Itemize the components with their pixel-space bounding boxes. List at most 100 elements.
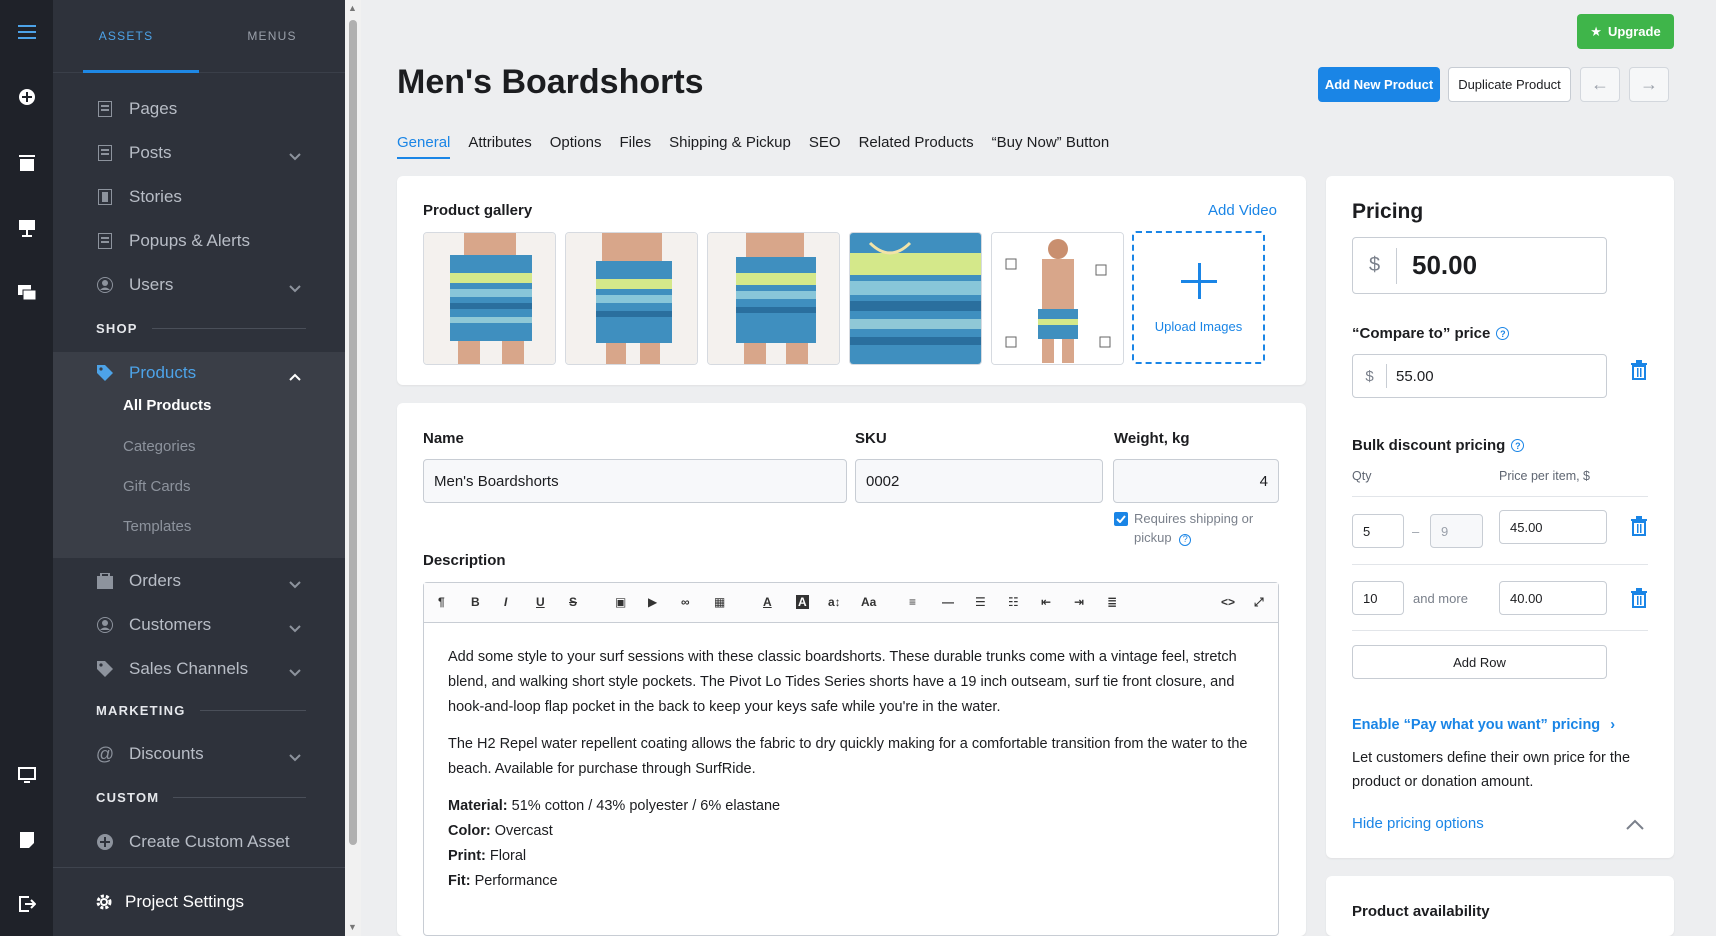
menu-icon[interactable] bbox=[0, 17, 53, 47]
help-icon[interactable]: ? bbox=[1511, 439, 1525, 452]
product-image[interactable] bbox=[991, 232, 1124, 365]
tab-related-products[interactable]: Related Products bbox=[859, 134, 974, 159]
tab-seo[interactable]: SEO bbox=[809, 134, 841, 159]
sidebar-item-sales-channels[interactable]: Sales Channels bbox=[53, 649, 345, 689]
description-editor[interactable]: ¶ B I U S ▣ ▶ ∞ ▦ A A a↕ Aa ≡ — ☰ ☷ ⇤ ⇥ … bbox=[423, 582, 1279, 936]
help-icon[interactable]: ? bbox=[1179, 533, 1192, 546]
project-settings[interactable]: Project Settings bbox=[53, 867, 345, 936]
font-size-icon[interactable]: a↕ bbox=[828, 595, 841, 609]
tab-files[interactable]: Files bbox=[619, 134, 651, 159]
sidebar-item-pages[interactable]: Pages bbox=[53, 89, 345, 129]
notes-icon[interactable] bbox=[0, 825, 53, 855]
bullet-list-icon[interactable]: ☰ bbox=[975, 595, 986, 609]
sidebar-sub-all-products[interactable]: All Products bbox=[123, 397, 211, 414]
product-image[interactable] bbox=[849, 232, 982, 365]
tab-general[interactable]: General bbox=[397, 134, 451, 159]
sidebar-item-create-custom[interactable]: Create Custom Asset bbox=[53, 822, 345, 862]
numbered-list-icon[interactable]: ☷ bbox=[1008, 595, 1019, 609]
scroll-down-icon[interactable]: ▼ bbox=[348, 922, 357, 932]
add-circle-icon[interactable] bbox=[0, 82, 53, 112]
font-color-icon[interactable]: A bbox=[763, 595, 772, 609]
popup-icon bbox=[95, 231, 115, 251]
code-view-icon[interactable]: <> bbox=[1221, 595, 1235, 609]
italic-icon[interactable]: I bbox=[504, 595, 507, 609]
name-field[interactable]: Men's Boardshorts bbox=[423, 459, 847, 503]
sidebar-sub-categories[interactable]: Categories bbox=[123, 438, 196, 455]
bulk-row2-from[interactable]: 10 bbox=[1352, 581, 1404, 615]
strikethrough-icon[interactable]: S bbox=[569, 595, 577, 609]
bulk-row2-price[interactable]: 40.00 bbox=[1499, 581, 1607, 615]
trash-icon[interactable] bbox=[1630, 588, 1648, 613]
monitor-icon[interactable] bbox=[0, 761, 53, 791]
sidebar-item-posts[interactable]: Posts bbox=[53, 133, 345, 173]
chat-icon[interactable] bbox=[0, 278, 53, 308]
requires-shipping-checkbox[interactable] bbox=[1114, 512, 1128, 526]
tab-options[interactable]: Options bbox=[550, 134, 602, 159]
sidebar-item-products[interactable]: Products bbox=[53, 353, 345, 393]
sidebar-item-stories[interactable]: Stories bbox=[53, 177, 345, 217]
logout-icon[interactable] bbox=[0, 889, 53, 919]
bulk-row1-to[interactable]: 9 bbox=[1430, 514, 1483, 548]
sidebar-sub-gift-cards[interactable]: Gift Cards bbox=[123, 478, 191, 495]
add-video-link[interactable]: Add Video bbox=[1208, 202, 1277, 219]
product-image[interactable] bbox=[707, 232, 840, 365]
scroll-thumb[interactable] bbox=[349, 20, 357, 845]
sidebar-item-label: Users bbox=[129, 275, 174, 294]
upgrade-label: Upgrade bbox=[1607, 24, 1661, 39]
tab-shipping-pickup[interactable]: Shipping & Pickup bbox=[669, 134, 791, 159]
line-height-icon[interactable]: ≣ bbox=[1107, 595, 1117, 609]
align-icon[interactable]: ≡ bbox=[909, 595, 916, 609]
product-image[interactable] bbox=[423, 232, 556, 365]
add-new-product-button[interactable]: Add New Product bbox=[1318, 67, 1440, 102]
enable-pwyw-link[interactable]: Enable “Pay what you want” pricing › bbox=[1352, 717, 1615, 733]
add-row-button[interactable]: Add Row bbox=[1352, 645, 1607, 679]
sidebar-item-popups[interactable]: Popups & Alerts bbox=[53, 221, 345, 261]
sidebar-item-customers[interactable]: Customers bbox=[53, 605, 345, 645]
next-product-button[interactable]: → bbox=[1629, 67, 1669, 102]
fullscreen-icon[interactable]: ⤢ bbox=[1254, 595, 1264, 610]
tab-attributes[interactable]: Attributes bbox=[468, 134, 531, 159]
table-icon[interactable]: ▦ bbox=[714, 595, 725, 609]
image-icon[interactable]: ▣ bbox=[615, 595, 626, 609]
trash-icon[interactable] bbox=[1630, 516, 1648, 541]
underline-icon[interactable]: U bbox=[536, 595, 545, 609]
sidebar-scrollbar[interactable]: ▲ ▼ bbox=[345, 0, 361, 936]
video-icon[interactable]: ▶ bbox=[648, 595, 657, 609]
hide-pricing-options-link[interactable]: Hide pricing options bbox=[1352, 815, 1484, 832]
tab-buy-now-button[interactable]: “Buy Now” Button bbox=[992, 134, 1110, 159]
design-icon[interactable] bbox=[0, 213, 53, 243]
sidebar-item-discounts[interactable]: @ Discounts bbox=[53, 734, 345, 774]
pages-icon[interactable] bbox=[0, 148, 53, 178]
outdent-icon[interactable]: ⇤ bbox=[1041, 595, 1051, 609]
price-field[interactable]: $ 50.00 bbox=[1352, 237, 1607, 294]
editor-content[interactable]: Add some style to your surf sessions wit… bbox=[424, 623, 1278, 916]
paragraph-icon[interactable]: ¶ bbox=[438, 595, 445, 609]
sidebar-sub-templates[interactable]: Templates bbox=[123, 518, 191, 535]
horizontal-rule-icon[interactable]: — bbox=[942, 595, 954, 609]
sidebar-item-orders[interactable]: Orders bbox=[53, 561, 345, 601]
upgrade-button[interactable]: ★ Upgrade bbox=[1577, 14, 1674, 49]
sidebar-item-label: Posts bbox=[129, 143, 172, 162]
link-icon[interactable]: ∞ bbox=[681, 595, 690, 609]
scroll-up-icon[interactable]: ▲ bbox=[348, 3, 357, 13]
highlight-icon[interactable]: A bbox=[796, 595, 809, 609]
previous-product-button[interactable]: ← bbox=[1580, 67, 1620, 102]
sku-field[interactable]: 0002 bbox=[855, 459, 1103, 503]
tab-menus[interactable]: MENUS bbox=[199, 0, 345, 72]
font-family-icon[interactable]: Aa bbox=[861, 595, 876, 609]
compare-price-field[interactable]: $ 55.00 bbox=[1352, 354, 1607, 398]
help-icon[interactable]: ? bbox=[1496, 327, 1510, 340]
chevron-up-icon[interactable] bbox=[1626, 817, 1644, 835]
upload-images-button[interactable]: Upload Images bbox=[1132, 231, 1265, 364]
tab-assets[interactable]: ASSETS bbox=[53, 0, 199, 72]
weight-field[interactable]: 4 bbox=[1113, 459, 1279, 503]
trash-icon[interactable] bbox=[1630, 360, 1648, 385]
bulk-row1-price[interactable]: 45.00 bbox=[1499, 510, 1607, 544]
orders-icon bbox=[95, 571, 115, 591]
indent-icon[interactable]: ⇥ bbox=[1074, 595, 1084, 609]
bold-icon[interactable]: B bbox=[471, 595, 480, 609]
bulk-row1-from[interactable]: 5 bbox=[1352, 514, 1404, 548]
duplicate-product-button[interactable]: Duplicate Product bbox=[1448, 67, 1571, 102]
sidebar-item-users[interactable]: Users bbox=[53, 265, 345, 305]
product-image[interactable] bbox=[565, 232, 698, 365]
